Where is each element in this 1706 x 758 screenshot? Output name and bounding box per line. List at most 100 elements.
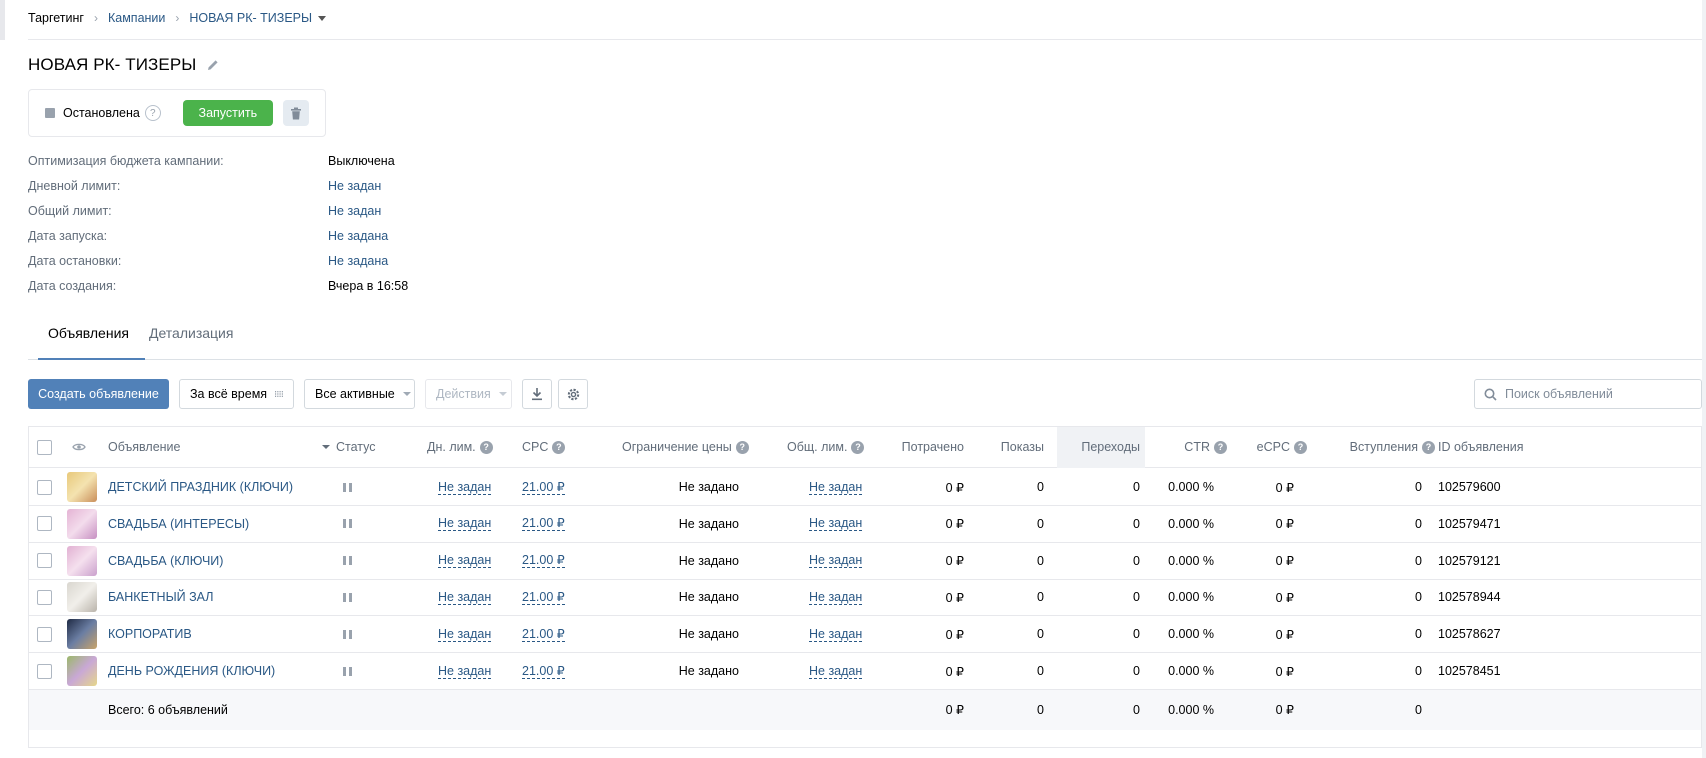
joins-cell: 0: [1415, 553, 1422, 568]
col-joins[interactable]: Вступления?: [1309, 427, 1435, 467]
ad-name-link[interactable]: КОРПОРАТИВ: [108, 627, 192, 641]
tab-details[interactable]: Детализация: [149, 325, 233, 341]
col-shows[interactable]: Показы: [959, 427, 1044, 467]
ad-thumbnail[interactable]: [67, 582, 97, 613]
status-filter-dropdown[interactable]: Все активные: [304, 379, 415, 409]
pause-icon[interactable]: [343, 666, 352, 676]
help-icon[interactable]: ?: [479, 440, 493, 454]
help-icon[interactable]: ?: [144, 105, 161, 121]
search-ads-field[interactable]: [1474, 379, 1702, 409]
row-checkbox[interactable]: [37, 553, 52, 569]
col-total-limit-label: Общ. лим.: [787, 440, 848, 454]
settings-button[interactable]: [558, 379, 588, 409]
pause-icon[interactable]: [343, 519, 352, 529]
select-all-checkbox[interactable]: [37, 439, 52, 455]
daily-limit-link[interactable]: Не задан: [328, 178, 381, 194]
ad-thumbnail[interactable]: [67, 545, 97, 576]
pause-icon[interactable]: [343, 556, 352, 566]
pause-icon[interactable]: [343, 629, 352, 639]
actions-dropdown[interactable]: Действия: [425, 379, 512, 409]
col-status[interactable]: Статус: [322, 427, 376, 467]
col-clicks[interactable]: Переходы: [1055, 427, 1140, 467]
create-ad-button[interactable]: Создать объявление: [28, 379, 169, 409]
delete-campaign-button[interactable]: [282, 100, 309, 126]
cpc-link[interactable]: 21.00 ₽: [522, 664, 565, 679]
chevron-down-icon[interactable]: [318, 15, 327, 21]
info-label: Дата запуска:: [28, 229, 108, 243]
breadcrumb-campaigns[interactable]: Кампании: [108, 11, 165, 25]
stop-date-link[interactable]: Не задана: [328, 253, 388, 269]
cpc-link[interactable]: 21.00 ₽: [522, 627, 565, 642]
period-picker[interactable]: За всё время: [179, 379, 294, 409]
ad-thumbnail[interactable]: [67, 619, 97, 650]
day-limit-link[interactable]: Не задан: [438, 664, 492, 679]
right-scrollbar-track[interactable]: [1702, 0, 1706, 758]
tab-ads[interactable]: Объявления: [48, 325, 129, 341]
col-total-limit[interactable]: Общ. лим.?: [787, 427, 865, 467]
pause-icon[interactable]: [343, 482, 352, 492]
total-limit-link[interactable]: Не задан: [328, 203, 381, 219]
pause-icon[interactable]: [343, 592, 352, 602]
table-row[interactable]: КОРПОРАТИВ Не задан 21.00 ₽ Не задано Не зад…: [29, 616, 1701, 654]
start-campaign-button[interactable]: Запустить: [182, 100, 273, 126]
ad-name-link[interactable]: ДЕНЬ РОЖДЕНИЯ (КЛЮЧИ): [108, 664, 275, 678]
help-icon[interactable]: ?: [1294, 440, 1307, 454]
col-price-limit[interactable]: Ограничение цены?: [622, 427, 749, 467]
table-row[interactable]: БАНКЕТНЫЙ ЗАЛ Не задан 21.00 ₽ Не задано Не …: [29, 579, 1701, 617]
table-row[interactable]: ДЕТСКИЙ ПРАЗДНИК (КЛЮЧИ) Не задан 21.00 ₽ Н…: [29, 469, 1701, 506]
breadcrumb-targeting[interactable]: Таргетинг: [28, 11, 84, 25]
cpc-link[interactable]: 21.00 ₽: [522, 553, 565, 569]
col-cpc[interactable]: CPC?: [522, 427, 566, 467]
row-checkbox[interactable]: [37, 626, 52, 642]
day-limit-link[interactable]: Не задан: [438, 627, 492, 642]
col-ad-id[interactable]: ID объявления: [1438, 427, 1524, 467]
col-ecpc[interactable]: eCPC?: [1209, 427, 1307, 467]
cpc-link[interactable]: 21.00 ₽: [522, 480, 565, 495]
help-icon[interactable]: ?: [552, 440, 566, 454]
table-row[interactable]: СВАДЬБА (ИНТЕРЕСЫ) Не задан 21.00 ₽ Не зада…: [29, 506, 1701, 543]
ad-name-link[interactable]: ДЕТСКИЙ ПРАЗДНИК (КЛЮЧИ): [108, 480, 293, 494]
shows-cell: 0: [1037, 516, 1044, 531]
row-checkbox[interactable]: [37, 516, 52, 532]
ad-name-link[interactable]: БАНКЕТНЫЙ ЗАЛ: [108, 590, 213, 604]
row-checkbox[interactable]: [37, 589, 52, 605]
help-icon[interactable]: ?: [1422, 440, 1435, 454]
eye-icon[interactable]: [72, 427, 88, 467]
day-limit-link[interactable]: Не задан: [438, 480, 492, 495]
day-limit-link[interactable]: Не задан: [438, 553, 492, 569]
breadcrumb-current-campaign[interactable]: НОВАЯ РК- ТИЗЕРЫ: [189, 11, 312, 25]
col-spent[interactable]: Потрачено: [879, 427, 964, 467]
ad-thumbnail[interactable]: [67, 656, 97, 686]
ad-name-link[interactable]: СВАДЬБА (КЛЮЧИ): [108, 554, 223, 568]
status-filter-label: Все активные: [315, 387, 395, 401]
table-row[interactable]: СВАДЬБА (КЛЮЧИ) Не задан 21.00 ₽ Не задано Н…: [29, 543, 1701, 580]
ad-name-link[interactable]: СВАДЬБА (ИНТЕРЕСЫ): [108, 517, 249, 531]
help-icon[interactable]: ?: [851, 440, 865, 454]
col-ad[interactable]: Объявление: [108, 427, 181, 467]
total-limit-link[interactable]: Не задан: [809, 590, 863, 605]
day-limit-link[interactable]: Не задан: [438, 516, 492, 532]
cpc-link[interactable]: 21.00 ₽: [522, 590, 565, 605]
help-icon[interactable]: ?: [735, 440, 749, 454]
row-checkbox[interactable]: [37, 479, 52, 495]
breadcrumb-separator: ›: [175, 11, 180, 25]
table-row[interactable]: ДЕНЬ РОЖДЕНИЯ (КЛЮЧИ) Не задан 21.00 ₽ Не з…: [29, 653, 1701, 690]
row-checkbox[interactable]: [37, 663, 52, 679]
cpc-cell: 21.00 ₽: [522, 469, 565, 505]
pencil-icon[interactable]: [206, 58, 220, 72]
start-date-link[interactable]: Не задана: [328, 228, 388, 244]
price-limit-cell: Не задано: [678, 590, 739, 605]
ad-thumbnail[interactable]: [67, 472, 97, 502]
search-input[interactable]: [1505, 387, 1695, 401]
total-limit-link[interactable]: Не задан: [809, 627, 863, 642]
day-limit-link[interactable]: Не задан: [438, 590, 492, 605]
cpc-link[interactable]: 21.00 ₽: [522, 516, 565, 532]
download-button[interactable]: [522, 379, 552, 409]
ad-thumbnail[interactable]: [67, 508, 97, 539]
total-limit-link[interactable]: Не задан: [809, 516, 863, 532]
total-limit-link[interactable]: Не задан: [809, 480, 863, 495]
total-limit-link[interactable]: Не задан: [809, 553, 863, 569]
total-limit-link[interactable]: Не задан: [809, 664, 863, 679]
col-day-limit[interactable]: Дн. лим.?: [427, 427, 493, 467]
ad-thumbnail-cell: [67, 506, 97, 542]
